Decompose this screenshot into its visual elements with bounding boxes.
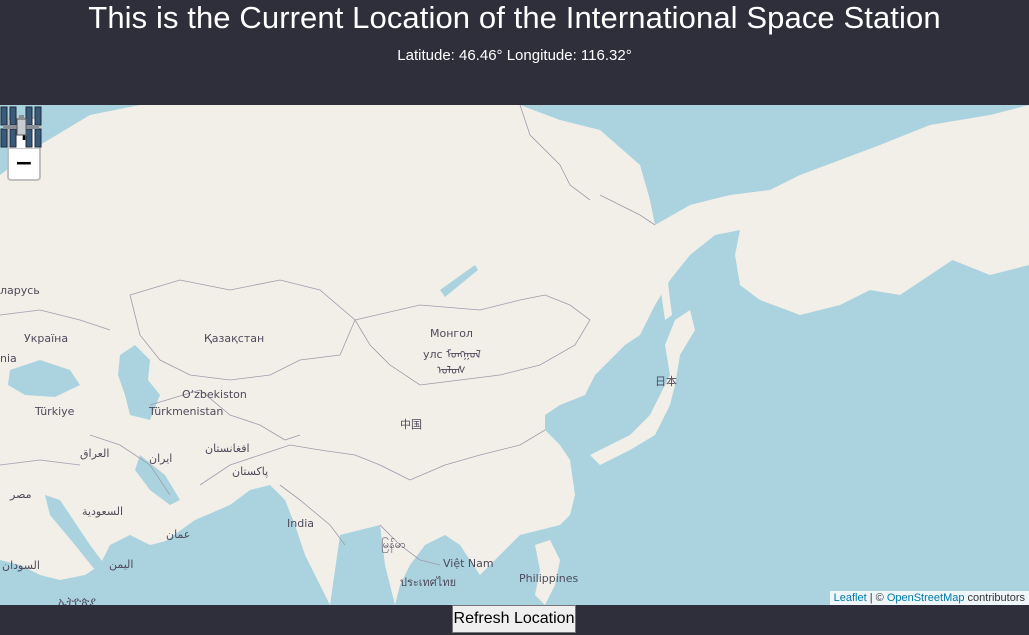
attribution-contributors: contributors <box>964 592 1025 604</box>
map-label-uzbekistan: O‘zbekiston <box>182 388 247 401</box>
map-label-india: India <box>287 517 314 530</box>
sakhalin-island <box>660 283 672 320</box>
openstreetmap-link[interactable]: OpenStreetMap <box>887 592 965 604</box>
map-tiles <box>0 105 1029 605</box>
attribution-separator: | © <box>866 592 887 604</box>
map-label-philippines: Philippines <box>519 572 579 585</box>
map-label-turkiye: Türkiye <box>35 405 75 418</box>
map-label-mongolia: Монгол <box>430 327 473 340</box>
map-label-egypt: مصر <box>10 488 32 501</box>
footer: Refresh Location <box>0 605 1029 635</box>
map-attribution: Leaflet | © OpenStreetMap contributors <box>829 591 1029 605</box>
map-label-saudi: السعودية <box>82 505 124 518</box>
map-label-pakistan: پاکستان <box>232 465 269 478</box>
map-label-iran: ایران <box>149 452 173 465</box>
header: This is the Current Location of the Inte… <box>0 0 1029 105</box>
map-label-myanmar: မြန်မာ <box>381 538 406 551</box>
page-title: This is the Current Location of the Inte… <box>88 0 941 35</box>
map-label-afghanistan: افغانستان <box>205 442 250 455</box>
map-label-china: 中国 <box>400 418 422 431</box>
leaflet-link[interactable]: Leaflet <box>834 592 867 604</box>
map-label-ukraine: Україна <box>24 332 69 345</box>
map-label-mongolia-3: ᠤᠯᠤᠰ <box>437 364 466 377</box>
coordinates-readout: Latitude: 46.46° Longitude: 116.32° <box>397 47 632 64</box>
map-label-ethiopia: ኢትዮጵያ <box>58 595 96 605</box>
map-label-kazakhstan: Қазақстан <box>204 332 265 345</box>
map-label-sudan: السودان <box>2 559 40 572</box>
map-label-thailand: ประเทศไทย <box>400 576 457 589</box>
map-label-ukraine-2: nia <box>0 352 17 365</box>
map-label-yemen: اليمن <box>109 558 134 571</box>
map[interactable]: + − ларусь Україна nia Қазақстан Монгол … <box>0 105 1029 605</box>
space-station-icon[interactable] <box>0 105 42 149</box>
map-label-iraq: العراق <box>80 447 110 460</box>
map-label-turkmenistan: Türkmenistan <box>149 405 224 418</box>
map-label-vietnam: Việt Nam <box>443 557 494 570</box>
map-label-japan: 日本 <box>655 375 677 388</box>
eurasia-landmass <box>0 105 1029 605</box>
refresh-location-button[interactable]: Refresh Location <box>452 605 576 633</box>
map-label-belarus: ларусь <box>0 284 40 297</box>
map-label-oman: عمان <box>166 528 191 541</box>
zoom-out-button[interactable]: − <box>9 149 39 178</box>
